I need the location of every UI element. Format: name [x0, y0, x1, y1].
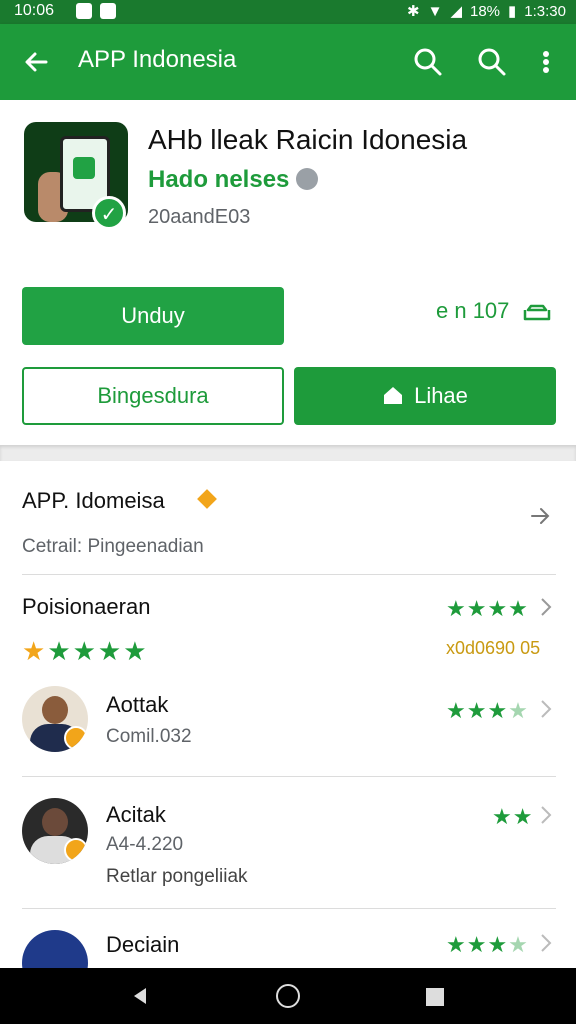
signal-icon: ◢	[450, 3, 462, 20]
ratings-stars: ★★★★	[446, 596, 529, 621]
section-separator	[0, 445, 576, 461]
review-item[interactable]: Deciain ★★★★	[0, 920, 576, 968]
app-info-section[interactable]: APP. Idomeisa Cetrail: Pingeenadian	[0, 470, 576, 574]
avatar	[22, 798, 88, 864]
rating-big-stars: ★★★★★	[22, 636, 149, 666]
diamond-icon	[197, 489, 217, 509]
battery-percent: 18%	[469, 2, 501, 20]
section-title: APP. Idomeisa	[22, 488, 165, 513]
system-nav-bar	[0, 968, 576, 1024]
divider	[22, 574, 556, 575]
divider	[22, 776, 556, 777]
review-stars: ★★★★	[446, 932, 529, 957]
review-item[interactable]: Aottak Comil.032 ★★★★	[0, 680, 576, 776]
chevron-right-icon[interactable]	[536, 804, 556, 826]
reviewer-name: Acitak	[106, 802, 166, 827]
chevron-right-icon[interactable]	[536, 698, 556, 720]
battery-icon: ▮	[508, 3, 517, 20]
developer-name[interactable]: Hado nelses	[148, 166, 289, 194]
wifi-icon: ▼	[427, 2, 443, 20]
nav-back-icon[interactable]	[130, 986, 150, 1006]
avatar	[22, 686, 88, 752]
avatar	[22, 930, 88, 968]
primary-button[interactable]: Lihae	[294, 367, 556, 425]
search-icon-secondary[interactable]	[476, 46, 508, 78]
reviewer-name: Deciain	[106, 932, 180, 957]
reviewer-name: Aottak	[106, 692, 169, 717]
back-arrow-icon[interactable]	[20, 46, 52, 78]
nav-home-icon[interactable]	[276, 984, 300, 1008]
chevron-right-icon[interactable]	[528, 504, 552, 528]
ratings-section[interactable]: Poisionaeran ★★★★ ★★★★★ x0d0690 05	[0, 576, 576, 676]
status-time: 10:06	[14, 2, 55, 19]
primary-button-label: Lihae	[414, 383, 468, 408]
review-text: Retlar pongeliiak	[106, 866, 248, 887]
divider	[22, 908, 556, 909]
review-stars: ★★★★	[446, 698, 529, 723]
ratings-title: Poisionaeran	[22, 594, 151, 619]
notification-icon	[76, 3, 92, 19]
app-meta: 20aandE03	[148, 206, 251, 228]
app-name: AHb lleak Raicin Idonesia	[148, 124, 468, 155]
review-meta: A4-4.220	[106, 834, 184, 855]
app-toolbar: APP Indonesia	[0, 24, 576, 100]
search-icon[interactable]	[412, 46, 444, 78]
review-stars: ★★	[492, 804, 534, 829]
chevron-right-icon[interactable]	[536, 596, 556, 618]
app-header-card: ✓ AHb lleak Raicin Idonesia Hado nelses …	[0, 100, 576, 445]
home-icon	[384, 387, 403, 404]
status-bar: 10:06 ✱ ▼ ◢ 18% ▮ 1:3:30	[0, 0, 576, 24]
globe-icon	[296, 168, 318, 190]
more-vert-icon[interactable]	[534, 46, 558, 78]
chevron-right-icon[interactable]	[536, 932, 556, 954]
rating-code: x0d0690 05	[446, 638, 541, 658]
download-button[interactable]: Unduy	[22, 287, 284, 345]
review-item[interactable]: Acitak A4-4.220 Retlar pongeliiak ★★	[0, 790, 576, 908]
secondary-button[interactable]: Bingesdura	[22, 367, 284, 425]
download-size: e n 107	[436, 298, 510, 323]
share-icon[interactable]	[522, 296, 552, 322]
nav-recents-icon[interactable]	[426, 988, 444, 1006]
section-subtitle: Cetrail: Pingeenadian	[22, 536, 204, 557]
status-clock-right: 1:3:30	[524, 2, 566, 20]
bluetooth-icon: ✱	[407, 3, 420, 20]
review-meta: Comil.032	[106, 726, 192, 747]
toolbar-title: APP Indonesia	[78, 46, 237, 73]
verified-check-icon: ✓	[92, 196, 126, 230]
gallery-icon	[100, 3, 116, 19]
